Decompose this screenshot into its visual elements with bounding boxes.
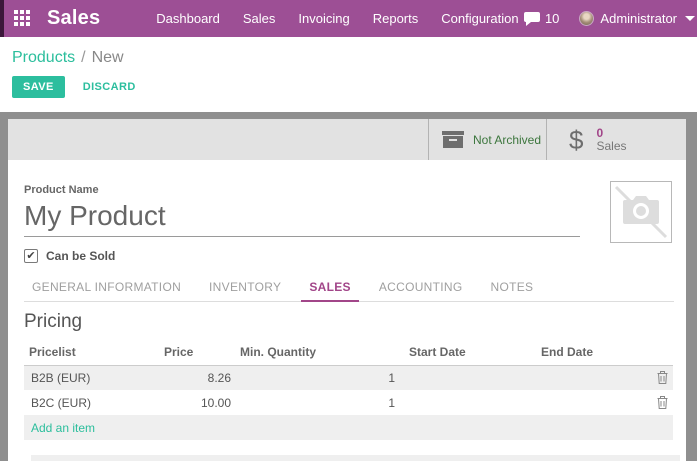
sales-stat-stack: 0 Sales xyxy=(596,127,626,153)
tab-general-information[interactable]: GENERAL INFORMATION xyxy=(24,276,189,301)
pricing-row-b2b[interactable]: B2B (EUR) 8.26 1 xyxy=(24,365,673,390)
breadcrumb-products-link[interactable]: Products xyxy=(12,49,75,66)
product-name-label: Product Name xyxy=(24,184,674,196)
currency-dollar-icon: $ xyxy=(569,127,583,153)
col-end-date: End Date xyxy=(529,342,647,365)
form-sheet: Not Archived $ 0 Sales xyxy=(8,119,686,461)
user-menu[interactable]: Administrator xyxy=(579,11,695,26)
cell-start-date[interactable] xyxy=(397,365,529,390)
app-window: Sales Dashboard Sales Invoicing Reports … xyxy=(0,0,697,461)
stat-button-box: Not Archived $ 0 Sales xyxy=(8,119,686,160)
add-item-row[interactable]: Add an item xyxy=(24,415,673,440)
pricing-section-title: Pricing xyxy=(24,311,674,333)
product-name-input[interactable] xyxy=(24,199,580,237)
cell-min-quantity[interactable]: 1 xyxy=(233,390,397,415)
message-count: 10 xyxy=(545,11,559,26)
chat-bubble-icon xyxy=(524,12,540,26)
tab-inventory[interactable]: INVENTORY xyxy=(201,276,289,301)
save-button[interactable]: SAVE xyxy=(12,76,65,98)
cell-end-date[interactable] xyxy=(529,390,647,415)
tab-notes[interactable]: NOTES xyxy=(483,276,542,301)
sales-stat-button[interactable]: $ 0 Sales xyxy=(546,119,686,160)
cell-min-quantity[interactable]: 1 xyxy=(233,365,397,390)
delete-row-button[interactable] xyxy=(647,365,673,390)
app-title: Sales xyxy=(47,7,100,30)
nav-item-reports[interactable]: Reports xyxy=(373,11,419,26)
sales-stat-label: Sales xyxy=(596,140,626,153)
col-price: Price xyxy=(157,342,233,365)
form-action-buttons: SAVE DISCARD xyxy=(12,76,142,98)
archive-box-icon xyxy=(442,131,464,148)
col-min-quantity: Min. Quantity xyxy=(233,342,397,365)
cell-start-date[interactable] xyxy=(397,390,529,415)
tab-sales[interactable]: SALES xyxy=(301,276,359,302)
messages-button[interactable]: 10 xyxy=(524,11,559,26)
cell-pricelist[interactable]: B2C (EUR) xyxy=(24,390,157,415)
can-be-sold-field[interactable]: Can be Sold xyxy=(24,249,674,263)
nav-item-invoicing[interactable]: Invoicing xyxy=(298,11,349,26)
main-menu: Dashboard Sales Invoicing Reports Config… xyxy=(156,11,518,26)
sales-stat-value: 0 xyxy=(596,127,626,140)
apps-grid-glyph xyxy=(14,10,31,27)
can-be-sold-checkbox[interactable] xyxy=(24,249,38,263)
cell-end-date[interactable] xyxy=(529,365,647,390)
breadcrumb-separator: / xyxy=(81,49,85,66)
col-pricelist: Pricelist xyxy=(24,342,157,365)
chevron-down-icon xyxy=(685,16,695,21)
nav-item-dashboard[interactable]: Dashboard xyxy=(156,11,220,26)
user-name: Administrator xyxy=(600,11,677,26)
cell-price[interactable]: 10.00 xyxy=(157,390,233,415)
notebook-tabs: GENERAL INFORMATION INVENTORY SALES ACCO… xyxy=(24,276,674,302)
sheet-body: Product Name Can be Sold GENERAL INFORMA… xyxy=(24,160,674,440)
cell-pricelist[interactable]: B2B (EUR) xyxy=(24,365,157,390)
navbar-edge-strip xyxy=(0,0,4,37)
archive-toggle-button[interactable]: Not Archived xyxy=(428,119,546,160)
nav-item-configuration[interactable]: Configuration xyxy=(441,11,518,26)
cell-price[interactable]: 8.26 xyxy=(157,365,233,390)
apps-grid-icon[interactable] xyxy=(13,10,31,28)
col-start-date: Start Date xyxy=(397,342,529,365)
can-be-sold-label: Can be Sold xyxy=(46,249,115,263)
pricing-header-row: Pricelist Price Min. Quantity Start Date… xyxy=(24,342,673,365)
form-background: Not Archived $ 0 Sales xyxy=(0,112,697,461)
discard-button[interactable]: DISCARD xyxy=(77,76,142,98)
user-avatar xyxy=(579,11,594,26)
trash-icon xyxy=(657,396,668,409)
archive-status-label: Not Archived xyxy=(473,133,541,147)
pricing-row-b2c[interactable]: B2C (EUR) 10.00 1 xyxy=(24,390,673,415)
delete-row-button[interactable] xyxy=(647,390,673,415)
navbar-right-cluster: 10 Administrator xyxy=(524,0,697,37)
col-actions xyxy=(647,342,673,365)
trash-icon xyxy=(657,371,668,384)
nav-item-sales[interactable]: Sales xyxy=(243,11,276,26)
breadcrumb-current: New xyxy=(92,49,124,66)
top-navbar: Sales Dashboard Sales Invoicing Reports … xyxy=(0,0,697,37)
next-section-partial xyxy=(31,455,680,461)
pricing-table: Pricelist Price Min. Quantity Start Date… xyxy=(24,342,673,440)
tab-accounting[interactable]: ACCOUNTING xyxy=(371,276,471,301)
control-panel: Products / New SAVE DISCARD xyxy=(0,37,697,112)
add-item-link[interactable]: Add an item xyxy=(24,415,673,440)
breadcrumb: Products / New xyxy=(12,49,124,67)
